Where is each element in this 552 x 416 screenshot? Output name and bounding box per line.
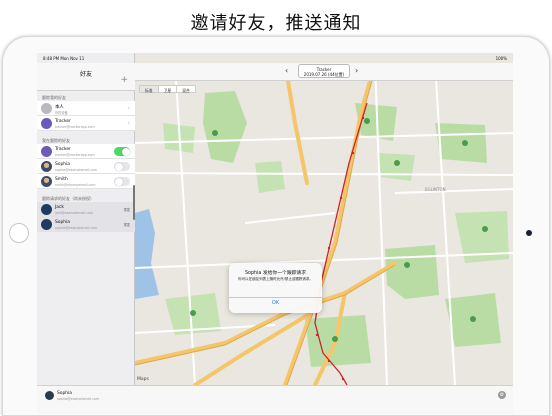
alert-title: Sophia 发给你一个跟踪请求 xyxy=(244,271,307,276)
user-avatar xyxy=(41,204,52,215)
chevron-right-icon: › xyxy=(127,120,130,127)
friends-sidebar: + 好友 跟踪我的好友 本人 你的设备 › Tracker tracker@tr… xyxy=(37,53,135,385)
pin-icon xyxy=(41,118,52,129)
friend-subtitle: smith@examplemail.com xyxy=(55,182,96,187)
track-toggle[interactable] xyxy=(114,147,130,156)
track-toggle[interactable] xyxy=(114,162,130,171)
park-area xyxy=(435,123,487,163)
account-name: Sophia xyxy=(57,391,72,396)
resend-button[interactable]: 重发 xyxy=(124,222,130,227)
friend-name: Sophia xyxy=(55,161,70,167)
friend-row[interactable]: Tracker tracker@trackerapp.com xyxy=(37,144,135,159)
maps-legal-label[interactable]: Maps xyxy=(137,377,149,382)
friend-subtitle: tracker@trackerapp.com xyxy=(55,152,95,157)
friend-subtitle: sophia@examplemail.com xyxy=(55,167,98,172)
map-navigation-bar: ‹ Tracker 2019.07.26 (44位置) › xyxy=(135,63,513,81)
map-view[interactable]: EGLINTON Maps xyxy=(135,63,513,385)
friend-row[interactable]: 本人 你的设备 › xyxy=(37,101,135,116)
friend-name: Smith xyxy=(55,176,68,182)
alert-ok-button[interactable]: OK xyxy=(229,300,322,306)
prev-date-button[interactable]: ‹ xyxy=(285,66,288,75)
friend-row[interactable]: Sophia sophia@examplemail.com 重发 xyxy=(37,217,135,232)
friend-name: Tracker xyxy=(55,118,71,124)
alert-message: 你可以在朋友列表上随时允许/禁止该跟踪请求。 xyxy=(238,277,313,281)
user-avatar xyxy=(41,161,52,172)
account-bar: Sophia sophia@examplemail.com ⚙ xyxy=(37,385,513,414)
map-canvas[interactable]: EGLINTON xyxy=(135,63,513,385)
park-area xyxy=(255,161,285,193)
front-camera xyxy=(526,230,532,236)
map-type-segmented-control[interactable]: 标准 卫星 混合 xyxy=(139,85,196,93)
friend-row[interactable]: Tracker tracker@trackerapp.com › xyxy=(37,116,135,131)
friend-subtitle: jack@examplemail.com xyxy=(55,210,93,215)
person-icon xyxy=(41,103,52,114)
friend-row[interactable]: Smith smith@examplemail.com xyxy=(37,174,135,189)
friend-row[interactable]: Sophia sophia@examplemail.com xyxy=(37,159,135,174)
friend-name: Jack xyxy=(55,204,64,210)
battery-indicator: 100% xyxy=(495,56,507,61)
gear-icon[interactable]: ⚙ xyxy=(498,391,506,399)
friend-subtitle: 你的设备 xyxy=(55,110,68,115)
resend-button[interactable]: 重发 xyxy=(124,207,130,212)
chevron-right-icon: › xyxy=(127,105,130,112)
account-email: sophia@examplemail.com xyxy=(57,397,100,401)
friend-subtitle: sophia@examplemail.com xyxy=(55,225,98,230)
status-bar: 8:48 PM Mon Nov 11 100% xyxy=(37,53,513,63)
sidebar-title: 好友 xyxy=(79,71,92,78)
tracking-request-alert: Sophia 发给你一个跟踪请求 你可以在朋友列表上随时允许/禁止该跟踪请求。 … xyxy=(229,263,322,313)
pin-icon xyxy=(41,146,52,157)
app-screen: EGLINTON Maps ‹ Tracker 2019.07.26 (44位置… xyxy=(37,53,513,414)
friend-subtitle: tracker@trackerapp.com xyxy=(55,124,95,129)
map-type-satellite[interactable]: 卫星 xyxy=(159,86,178,93)
tracked-date: 2019.07.26 (44位置) xyxy=(303,71,345,77)
user-avatar xyxy=(41,219,52,230)
friend-row[interactable]: Jack jack@examplemail.com 重发 xyxy=(37,202,135,217)
map-type-hybrid[interactable]: 混合 xyxy=(177,86,195,93)
alert-divider xyxy=(229,297,322,298)
user-avatar xyxy=(41,176,52,187)
next-date-button[interactable]: › xyxy=(355,66,358,75)
park-area xyxy=(379,153,415,181)
map-type-standard[interactable]: 标准 xyxy=(140,86,159,93)
user-avatar[interactable] xyxy=(45,391,54,400)
promo-heading: 邀请好友，推送通知 xyxy=(190,13,362,34)
track-toggle[interactable] xyxy=(114,177,130,186)
scrollbar[interactable] xyxy=(133,185,135,220)
place-label: EGLINTON xyxy=(425,187,446,192)
friend-name: Sophia xyxy=(55,219,70,225)
friend-name: Tracker xyxy=(55,146,71,152)
date-selector[interactable]: Tracker 2019.07.26 (44位置) xyxy=(298,64,350,78)
home-button[interactable] xyxy=(9,223,29,243)
status-time: 8:48 PM Mon Nov 11 xyxy=(43,56,85,61)
